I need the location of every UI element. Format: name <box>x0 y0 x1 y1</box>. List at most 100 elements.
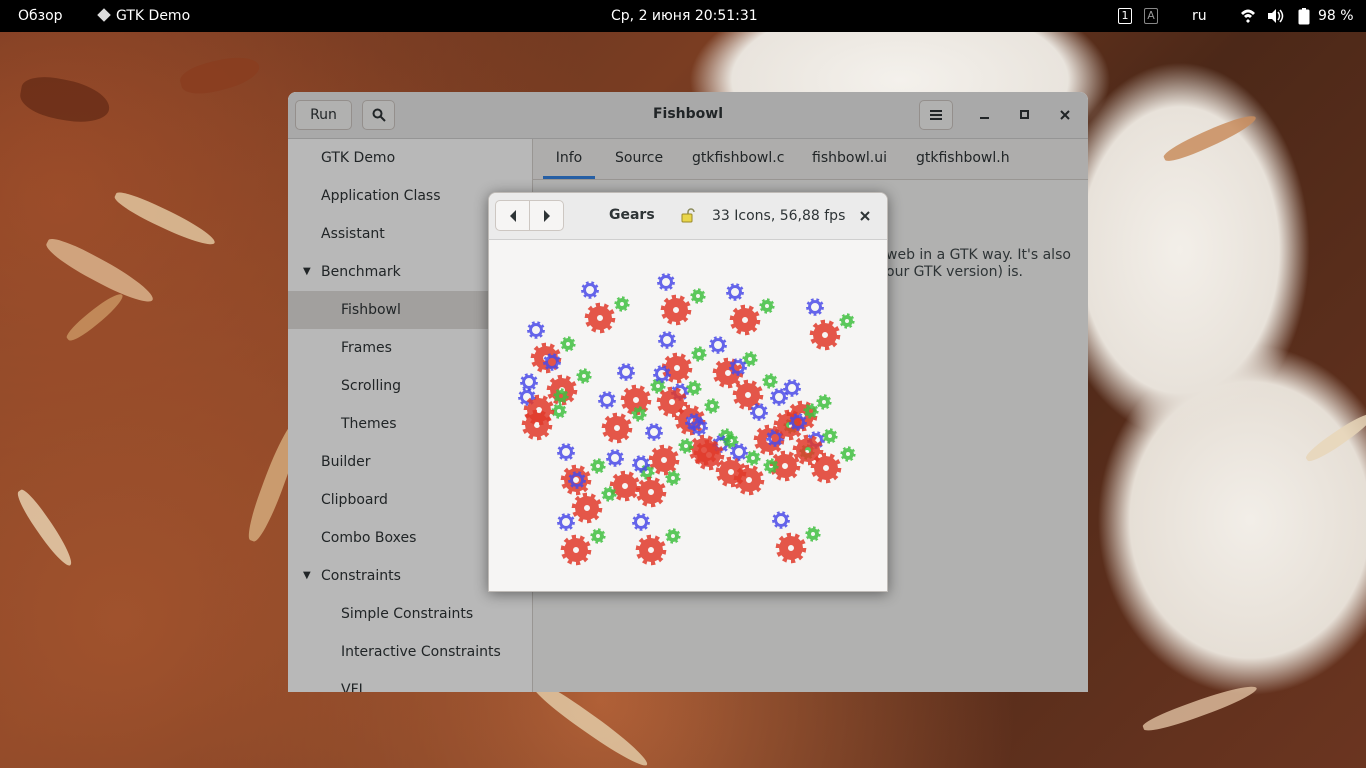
primary-menu-button[interactable] <box>919 100 953 130</box>
blue-gear-icon <box>658 331 676 349</box>
blue-gear-icon <box>772 511 790 529</box>
tab-info[interactable]: Info <box>543 139 595 179</box>
sidebar-item-gtk-demo[interactable]: GTK Demo <box>288 139 532 177</box>
next-button[interactable] <box>529 200 564 231</box>
sidebar-item-label: Benchmark <box>321 264 401 280</box>
minimize-icon <box>980 117 989 119</box>
green-gear-icon <box>560 336 576 352</box>
info-line-1: web in a GTK way. It's also <box>886 247 1071 263</box>
blue-gear-icon <box>632 455 650 473</box>
tab-gtkfishbowl-h[interactable]: gtkfishbowl.h <box>916 139 1010 179</box>
hamburger-icon <box>930 110 942 120</box>
blue-gear-icon <box>770 388 788 406</box>
lock-icon[interactable] <box>680 208 696 228</box>
tab-gtkfishbowl-c[interactable]: gtkfishbowl.c <box>692 139 784 179</box>
close-icon <box>860 211 870 221</box>
expander-down-icon[interactable]: ▼ <box>303 557 311 595</box>
go-next-icon <box>543 210 550 222</box>
red-gear-icon <box>584 302 616 334</box>
blue-gear-icon <box>581 281 599 299</box>
sidebar-item-vfl[interactable]: VFL <box>288 671 532 692</box>
blue-gear-icon <box>557 513 575 531</box>
expander-down-icon[interactable]: ▼ <box>303 253 311 291</box>
input-method-indicator[interactable]: A <box>1144 8 1158 24</box>
green-gear-icon <box>805 526 821 542</box>
red-gear-icon <box>809 319 841 351</box>
sidebar-item-label: Simple Constraints <box>341 606 474 622</box>
red-gear-icon <box>660 294 692 326</box>
fishbowl-close-button[interactable] <box>857 208 873 224</box>
green-gear-icon <box>690 288 706 304</box>
keyboard-layout[interactable]: ru <box>1192 0 1207 32</box>
sidebar-item-label: Interactive Constraints <box>341 644 501 660</box>
prev-button[interactable] <box>495 200 530 231</box>
blue-gear-icon <box>657 273 675 291</box>
sidebar-item-label: Constraints <box>321 568 401 584</box>
sidebar-item-simple-constraints[interactable]: Simple Constraints <box>288 595 532 633</box>
info-text: web in a GTK way. It's also our GTK vers… <box>886 247 1071 281</box>
sidebar-item-label: Clipboard <box>321 492 388 508</box>
sidebar-item-label: Assistant <box>321 226 385 242</box>
blue-gear-icon <box>806 298 824 316</box>
battery-icon[interactable] <box>1298 0 1310 32</box>
green-gear-icon <box>762 373 778 389</box>
app-menu-label: GTK Demo <box>116 8 191 24</box>
volume-icon[interactable] <box>1267 0 1285 32</box>
maximize-button[interactable] <box>1013 103 1037 127</box>
green-gear-icon <box>665 470 681 486</box>
green-gear-icon <box>686 380 702 396</box>
minimize-button[interactable] <box>973 103 997 127</box>
green-gear-icon <box>614 296 630 312</box>
close-icon <box>1060 110 1070 120</box>
sidebar-item-label: Themes <box>341 416 397 432</box>
red-gear-icon <box>601 412 633 444</box>
tab-source[interactable]: Source <box>615 139 663 179</box>
red-gear-icon <box>729 304 761 336</box>
red-gear-icon <box>635 534 667 566</box>
sidebar-item-interactive-constraints[interactable]: Interactive Constraints <box>288 633 532 671</box>
red-gear-icon <box>609 470 641 502</box>
sidebar-item-label: Application Class <box>321 188 441 204</box>
red-gear-icon <box>775 532 807 564</box>
app-icon <box>97 8 111 22</box>
fishbowl-window: Gears 33 Icons, 56,88 fps <box>488 192 888 592</box>
blue-gear-icon <box>726 283 744 301</box>
close-button[interactable] <box>1053 103 1077 127</box>
wood-chip <box>41 233 159 309</box>
red-gear-icon <box>571 492 603 524</box>
maximize-icon <box>1020 110 1029 119</box>
wood-chip <box>1140 679 1260 737</box>
sidebar-item-label: Builder <box>321 454 371 470</box>
wood-chip <box>1303 408 1366 466</box>
sidebar-item-label: Fishbowl <box>341 302 401 318</box>
red-gear-icon <box>560 464 592 496</box>
green-gear-icon <box>759 298 775 314</box>
blue-gear-icon <box>557 443 575 461</box>
green-gear-icon <box>840 446 856 462</box>
activities-button[interactable]: Обзор <box>18 0 63 32</box>
fishbowl-status: 33 Icons, 56,88 fps <box>712 208 846 224</box>
wifi-icon[interactable] <box>1240 0 1256 32</box>
sidebar-item-label: GTK Demo <box>321 150 396 166</box>
blue-gear-icon <box>527 321 545 339</box>
green-gear-icon <box>576 368 592 384</box>
clock[interactable]: Ср, 2 июня 20:51:31 <box>611 0 758 32</box>
blue-gear-icon <box>606 449 624 467</box>
app-menu[interactable]: GTK Demo <box>97 0 191 32</box>
green-gear-icon <box>691 346 707 362</box>
fishbowl-title: Gears <box>609 207 655 223</box>
window-title: Fishbowl <box>652 106 724 122</box>
green-gear-icon <box>678 438 694 454</box>
fishbowl-header-bar: Gears 33 Icons, 56,88 fps <box>489 193 887 240</box>
top-bar: Обзор GTK Demo Ср, 2 июня 20:51:31 1 A r… <box>0 0 1366 32</box>
fishbowl-canvas <box>489 240 887 591</box>
green-gear-icon <box>704 398 720 414</box>
battery-percent: 98 % <box>1318 8 1354 24</box>
red-gear-icon <box>560 534 592 566</box>
blue-gear-icon <box>632 513 650 531</box>
header-bar: Run Fishbowl <box>288 92 1088 139</box>
tab-fishbowl-ui[interactable]: fishbowl.ui <box>812 139 887 179</box>
info-line-2: our GTK version) is. <box>886 264 1023 280</box>
workspace-indicator[interactable]: 1 <box>1118 8 1132 24</box>
notebook-tabs: Info Source gtkfishbowl.c fishbowl.ui gt… <box>533 139 1088 180</box>
